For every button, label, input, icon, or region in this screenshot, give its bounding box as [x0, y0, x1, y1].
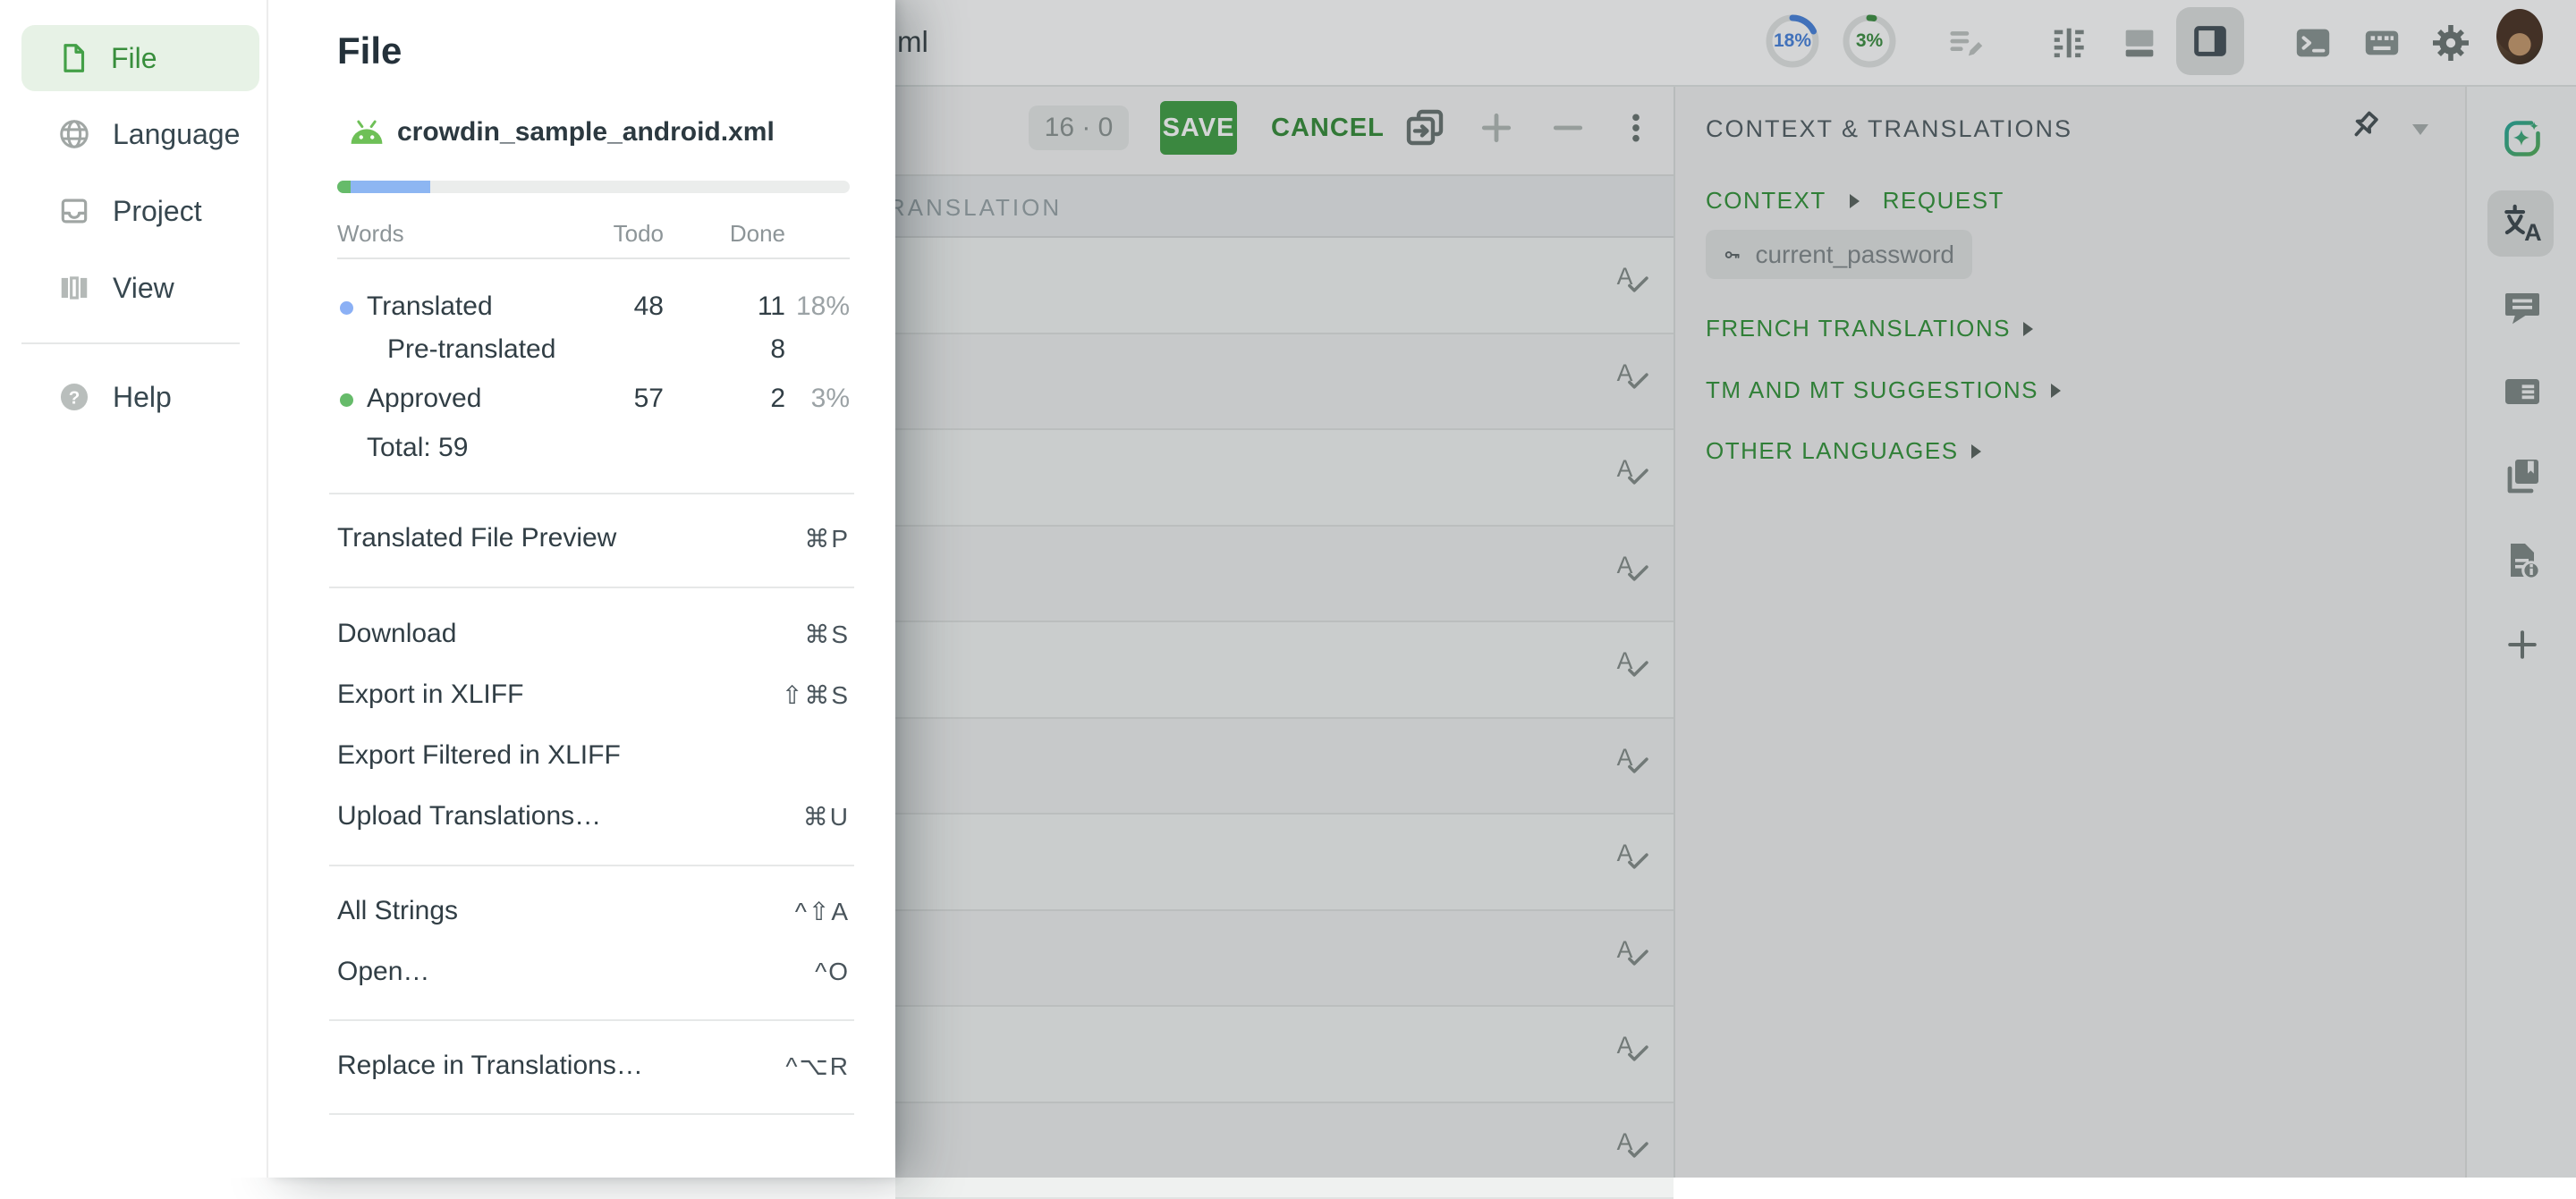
sidebar-item-label: Help: [113, 381, 172, 414]
sidebar-item-view[interactable]: View: [21, 255, 259, 321]
menu-label: Replace in Translations…: [337, 1051, 643, 1081]
stats-row-approved: Approved 57 2 3%: [268, 384, 895, 416]
stat-label: Translated: [367, 291, 493, 322]
stats-col-done: Done: [730, 220, 785, 248]
stats-header-row: Words Todo Done: [268, 220, 895, 247]
menu-divider: [329, 1113, 854, 1115]
file-progress-bar: [337, 181, 850, 193]
main-sidebar: File Language Project View ? Help: [0, 0, 268, 1178]
menu-divider: [329, 1019, 854, 1021]
menu-item-upload-translations[interactable]: Upload Translations… ⌘U: [337, 796, 850, 837]
menu-shortcut: ⌘P: [804, 524, 850, 553]
sidebar-item-label: View: [113, 272, 174, 305]
sidebar-item-project[interactable]: Project: [21, 178, 259, 244]
menu-label: Export Filtered in XLIFF: [337, 740, 621, 771]
menu-label: Translated File Preview: [337, 523, 616, 553]
stats-divider: [337, 258, 850, 259]
stats-row-pretranslated: Pre-translated 8: [268, 334, 895, 367]
stat-total: Total: 59: [367, 433, 468, 463]
help-icon: ?: [57, 380, 91, 414]
stats-col-words: Words: [337, 220, 404, 248]
stats-row-translated: Translated 48 11 18%: [268, 291, 895, 324]
menu-item-open[interactable]: Open… ^O: [337, 951, 850, 992]
progress-approved-segment: [337, 181, 351, 193]
menu-shortcut: ⇧⌘S: [782, 680, 850, 710]
stat-todo: 48: [634, 291, 664, 322]
sidebar-item-help[interactable]: ? Help: [21, 364, 259, 430]
globe-icon: [57, 117, 91, 151]
file-menu-title: File: [337, 30, 402, 72]
menu-item-translated-file-preview[interactable]: Translated File Preview ⌘P: [337, 518, 850, 559]
stat-todo: 57: [634, 384, 664, 414]
stat-label: Pre-translated: [387, 334, 555, 365]
sidebar-item-label: Project: [113, 195, 202, 228]
stats-col-todo: Todo: [614, 220, 664, 248]
menu-divider: [329, 493, 854, 494]
menu-item-export-xliff[interactable]: Export in XLIFF ⇧⌘S: [337, 674, 850, 715]
menu-label: Open…: [337, 957, 429, 987]
sidebar-item-file[interactable]: File: [21, 25, 259, 91]
file-icon: [57, 42, 89, 74]
stats-row-total: Total: 59: [268, 433, 895, 465]
stat-pct: 18%: [796, 291, 850, 322]
menu-item-export-filtered-xliff[interactable]: Export Filtered in XLIFF: [337, 735, 850, 776]
menu-shortcut: ^⌥R: [785, 1051, 850, 1081]
sidebar-item-language[interactable]: Language: [21, 101, 259, 167]
inbox-icon: [57, 194, 91, 228]
current-file: crowdin_sample_android.xml: [347, 117, 775, 148]
menu-label: Export in XLIFF: [337, 680, 523, 710]
columns-icon: [57, 271, 91, 305]
menu-label: Download: [337, 619, 456, 649]
menu-label: All Strings: [337, 896, 458, 926]
sidebar-item-label: File: [111, 42, 157, 75]
android-icon: [347, 118, 386, 147]
menu-item-download[interactable]: Download ⌘S: [337, 613, 850, 654]
approved-dot: [340, 393, 353, 407]
stat-done: 11: [758, 291, 785, 322]
file-name: crowdin_sample_android.xml: [397, 117, 775, 148]
svg-text:?: ?: [69, 387, 80, 408]
menu-shortcut: ⌘U: [803, 802, 850, 832]
translated-dot: [340, 301, 353, 315]
stat-label: Approved: [367, 384, 481, 414]
menu-divider: [329, 587, 854, 588]
menu-item-replace-in-translations[interactable]: Replace in Translations… ^⌥R: [337, 1045, 850, 1086]
file-menu-panel: File crowdin_sample_android.xml Words To…: [268, 0, 895, 1178]
menu-shortcut: ^⇧A: [795, 897, 850, 926]
menu-shortcut: ^O: [815, 958, 850, 986]
progress-translated-segment: [351, 181, 430, 193]
sidebar-divider: [21, 342, 240, 344]
menu-label: Upload Translations…: [337, 801, 601, 832]
menu-item-all-strings[interactable]: All Strings ^⇧A: [337, 891, 850, 932]
sidebar-item-label: Language: [113, 118, 240, 151]
stat-pct: 3%: [811, 384, 850, 414]
stat-done: 2: [770, 384, 785, 414]
menu-shortcut: ⌘S: [804, 620, 850, 649]
menu-divider: [329, 865, 854, 866]
stat-done: 8: [770, 334, 785, 365]
